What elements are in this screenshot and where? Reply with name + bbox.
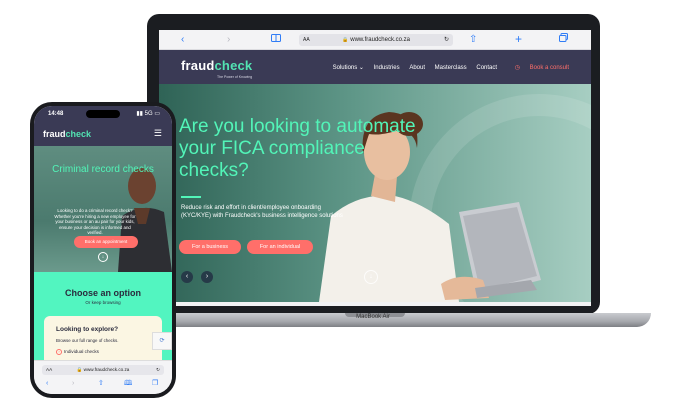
- logo-tagline: The Power of Knowing: [217, 75, 253, 79]
- share-icon[interactable]: ⇧: [469, 33, 477, 46]
- back-icon[interactable]: ‹: [46, 380, 48, 388]
- safari-toolbar: ‹ › AA 🔒 www.fraudcheck.co.za ↻ ⇧ +: [159, 30, 591, 50]
- explore-card-title: Looking to explore?: [56, 326, 119, 333]
- chevron-right-icon: ›: [205, 273, 209, 280]
- bookmarks-icon[interactable]: 🕮: [124, 380, 132, 388]
- main-nav: Solutions ⌄ Industries About Masterclass…: [325, 64, 569, 71]
- nav-about[interactable]: About: [409, 65, 425, 71]
- book-appointment-button[interactable]: Book an appointment: [74, 236, 138, 248]
- reload-icon[interactable]: ↻: [156, 365, 160, 375]
- phone-browser-bar: AA 🔒 www.fraudcheck.co.za ↻ ‹ › ⇧ 🕮 ❐: [34, 360, 172, 394]
- nav-solutions[interactable]: Solutions ⌄: [333, 65, 364, 71]
- dynamic-island: [86, 110, 120, 118]
- chevron-left-icon: ‹: [185, 273, 189, 280]
- hero-subtitle: Reduce risk and effort in client/employe…: [181, 205, 343, 219]
- scroll-down-icon[interactable]: ↓: [364, 270, 378, 284]
- logo-word-fraud: fraud: [43, 129, 66, 139]
- phone-hero-subtitle: Looking to do a criminal record check? W…: [54, 208, 136, 236]
- phone-address-bar[interactable]: AA 🔒 www.fraudcheck.co.za ↻: [42, 365, 164, 375]
- status-time: 14:48: [48, 111, 64, 117]
- logo-word-check: check: [214, 58, 253, 73]
- address-bar[interactable]: AA 🔒 www.fraudcheck.co.za ↻: [299, 34, 453, 46]
- hero-accent-line: [181, 196, 201, 198]
- book-consult-label: Book a consult: [529, 65, 569, 71]
- tabs-icon[interactable]: [559, 33, 568, 46]
- explore-card-subtitle: Browse our full range of checks.: [56, 338, 119, 343]
- book-consult-link[interactable]: ◷ Book a consult: [507, 65, 569, 71]
- phone-address-text: www.fraudcheck.co.za: [83, 367, 130, 372]
- for-individual-button[interactable]: For an individual: [247, 240, 313, 254]
- nav-masterclass[interactable]: Masterclass: [435, 65, 467, 71]
- forward-icon[interactable]: ›: [72, 380, 74, 388]
- hero-title: Are you looking to automate your FICA co…: [179, 116, 416, 181]
- logo-word-check: check: [65, 129, 92, 139]
- reload-icon[interactable]: ↻: [444, 34, 449, 46]
- phone-screen: 14:48 ▮▮ 5G ▭ fraudcheck ☰ Criminal reco…: [34, 106, 172, 394]
- choose-option-title: Choose an option: [65, 288, 141, 298]
- fraudcheck-logo[interactable]: fraudcheck: [181, 58, 252, 73]
- recaptcha-icon[interactable]: ⟳: [152, 332, 172, 350]
- phone-hero-title: Criminal record checks: [52, 164, 154, 175]
- tabs-icon[interactable]: ❐: [152, 380, 158, 388]
- status-network: ▮▮ 5G ▭: [136, 106, 160, 122]
- network-label: 5G: [144, 111, 153, 117]
- for-business-button[interactable]: For a business: [179, 240, 241, 254]
- lock-icon: 🔒: [76, 367, 83, 372]
- back-icon[interactable]: ‹: [181, 33, 184, 46]
- carousel-prev-button[interactable]: ‹: [181, 271, 193, 283]
- signal-icon: ▮▮: [136, 111, 143, 117]
- phone-site-header: fraudcheck ☰: [34, 122, 172, 146]
- hamburger-menu-icon[interactable]: ☰: [154, 129, 162, 138]
- carousel-next-button[interactable]: ›: [201, 271, 213, 283]
- new-tab-icon[interactable]: +: [515, 33, 522, 45]
- choose-option-subtitle: Or keep browsing: [85, 300, 121, 305]
- lock-icon: 🔒: [342, 37, 349, 43]
- nav-industries[interactable]: Industries: [374, 65, 400, 71]
- fraudcheck-logo[interactable]: fraudcheck: [43, 129, 91, 139]
- laptop-screen: ‹ › AA 🔒 www.fraudcheck.co.za ↻ ⇧ + fraud…: [159, 30, 591, 306]
- forward-icon[interactable]: ›: [227, 33, 230, 46]
- share-icon[interactable]: ⇧: [98, 380, 104, 388]
- laptop-model-label: MacBook Air: [356, 314, 390, 320]
- arrow-circle-icon: ›: [56, 349, 62, 355]
- individual-checks-link[interactable]: › Individual checks: [56, 349, 99, 355]
- nav-contact[interactable]: Contact: [476, 65, 497, 71]
- individual-checks-label: Individual checks: [64, 349, 99, 355]
- scroll-down-icon[interactable]: ↓: [98, 252, 108, 262]
- site-header: fraudcheck The Power of Knowing Solution…: [159, 50, 591, 84]
- hero-section: Are you looking to automate your FICA co…: [159, 84, 591, 302]
- sidebar-icon[interactable]: [271, 33, 281, 46]
- address-text: www.fraudcheck.co.za: [350, 37, 410, 43]
- clock-icon: ◷: [514, 65, 520, 71]
- battery-icon: ▭: [154, 111, 160, 117]
- logo-word-fraud: fraud: [181, 58, 215, 73]
